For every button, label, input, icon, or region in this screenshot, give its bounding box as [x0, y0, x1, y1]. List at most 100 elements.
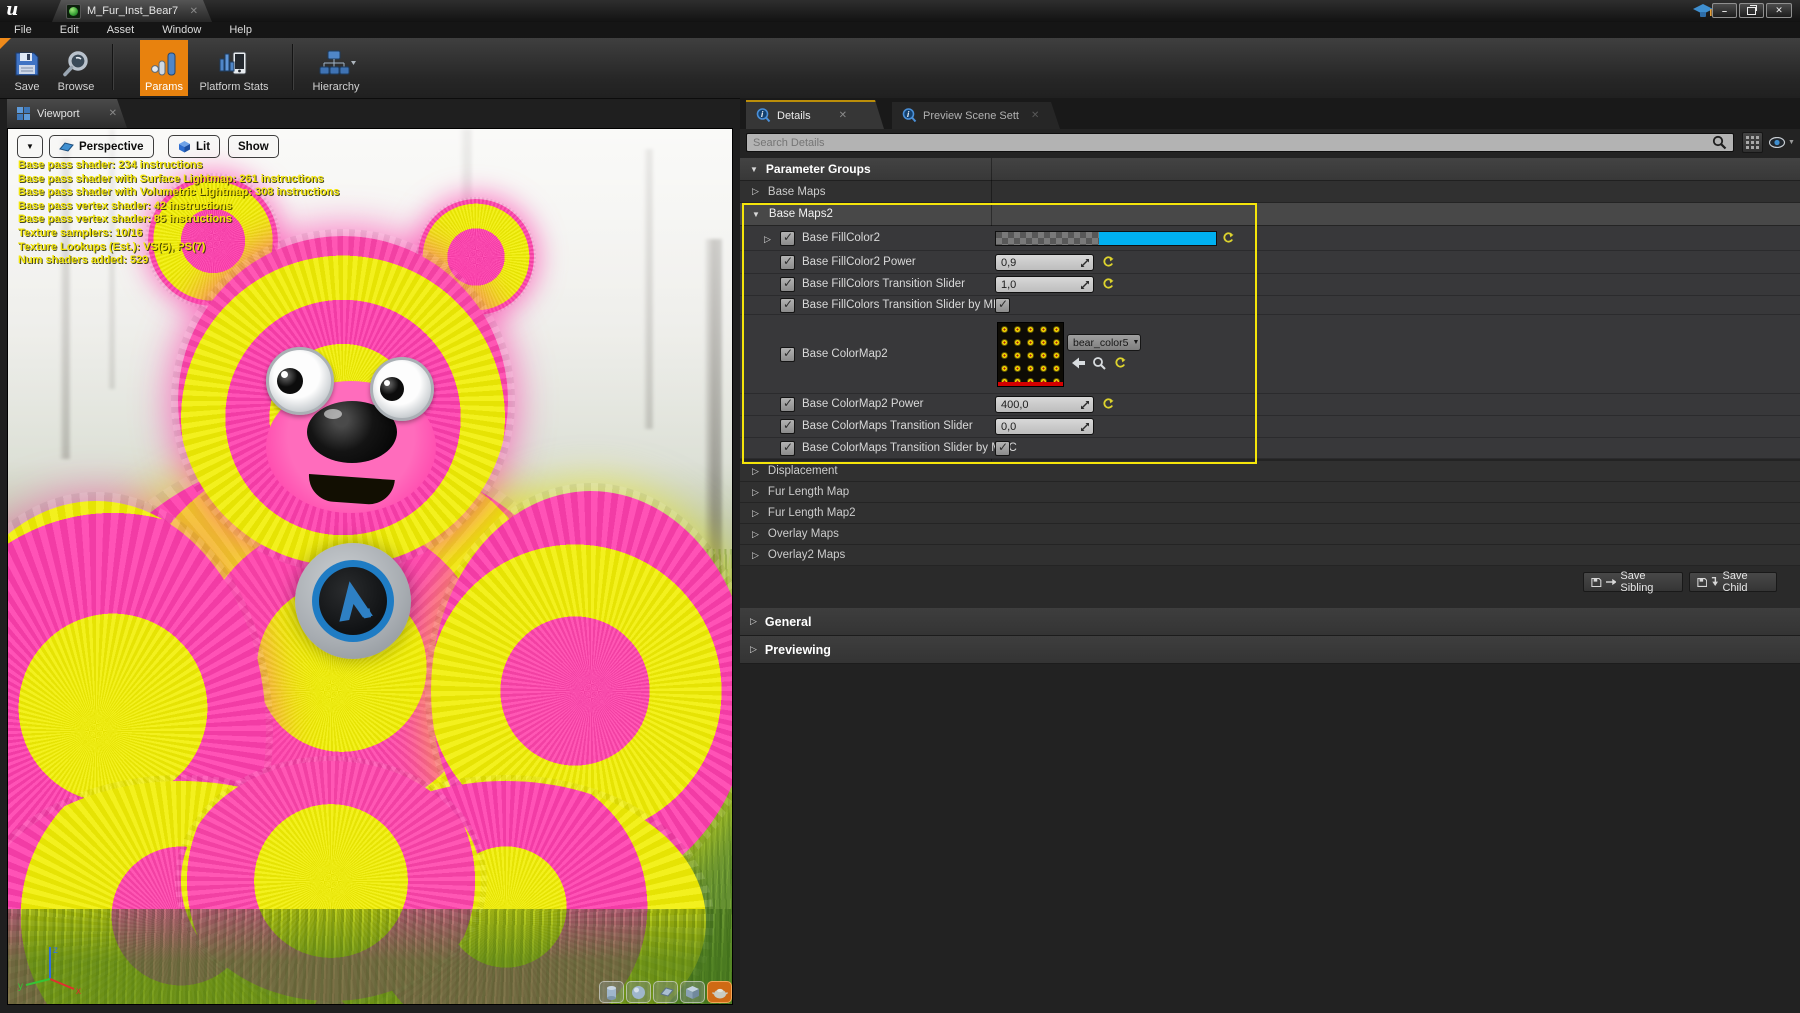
param-enabled-checkbox[interactable] — [780, 276, 795, 292]
collapsed-arrow-icon[interactable]: ▷ — [764, 234, 771, 245]
group-displacement[interactable]: ▷ Displacement — [740, 461, 1800, 482]
search-input[interactable] — [746, 133, 1734, 152]
collapsed-arrow-icon: ▷ — [752, 186, 759, 196]
drag-adjust-icon[interactable] — [1080, 280, 1090, 290]
param-enabled-checkbox[interactable] — [780, 440, 795, 456]
numeric-input[interactable]: 0,0 — [995, 418, 1094, 435]
browse-to-asset-icon[interactable] — [1092, 356, 1106, 370]
param-row-base-colormap2[interactable]: Base ColorMap2 bear_color5 ▼ — [740, 315, 1800, 394]
param-enabled-checkbox[interactable] — [780, 396, 795, 412]
menu-help[interactable]: Help — [215, 24, 266, 36]
preview-mesh-sphere-button[interactable] — [626, 981, 651, 1003]
param-enabled-checkbox[interactable] — [780, 418, 795, 434]
category-parameter-groups[interactable]: ▼ Parameter Groups — [740, 158, 1800, 181]
viewport-options-button[interactable]: ▼ — [17, 135, 43, 158]
perspective-button[interactable]: Perspective — [49, 135, 154, 158]
preview-mesh-cube-button[interactable] — [680, 981, 705, 1003]
value-checkbox[interactable] — [995, 297, 1010, 313]
param-enabled-checkbox[interactable] — [780, 230, 795, 246]
stat-line: Base pass vertex shader: 85 instructions — [18, 213, 232, 226]
tab-details[interactable]: i Details ✕ — [746, 100, 884, 129]
grid-icon — [1746, 136, 1759, 149]
asset-tab-title: M_Fur_Inst_Bear7 — [87, 5, 179, 17]
param-enabled-checkbox[interactable] — [780, 297, 795, 313]
lit-cube-icon — [179, 141, 190, 153]
restore-button[interactable] — [1739, 3, 1764, 18]
param-enabled-checkbox[interactable] — [780, 346, 795, 362]
drag-adjust-icon[interactable] — [1080, 422, 1090, 432]
group-overlay-maps[interactable]: ▷ Overlay Maps — [740, 524, 1800, 545]
value-checkbox[interactable] — [995, 440, 1010, 456]
category-general[interactable]: ▷ General — [740, 608, 1800, 636]
lit-mode-button[interactable]: Lit — [168, 135, 221, 158]
bear-left-eye — [266, 347, 334, 415]
group-overlay2-maps[interactable]: ▷ Overlay2 Maps — [740, 545, 1800, 566]
viewport-tab[interactable]: Viewport ✕ — [7, 99, 127, 128]
asset-tab[interactable]: M_Fur_Inst_Bear7 ✕ — [52, 0, 212, 22]
preview-mesh-cylinder-button[interactable] — [599, 981, 624, 1003]
save-button[interactable]: Save — [6, 40, 48, 96]
use-selected-arrow-icon[interactable] — [1072, 357, 1086, 369]
reset-to-default-icon[interactable] — [1114, 357, 1126, 369]
numeric-input[interactable]: 400,0 — [995, 396, 1094, 413]
expanded-arrow-icon: ▼ — [750, 164, 758, 174]
tab-preview-scene-settings[interactable]: i Preview Scene Sett ✕ — [892, 102, 1060, 129]
menu-file[interactable]: File — [0, 24, 46, 36]
minimize-button[interactable]: – — [1712, 3, 1737, 18]
menu-asset[interactable]: Asset — [93, 24, 149, 36]
param-row-base-colormaps-transition-slider[interactable]: Base ColorMaps Transition Slider 0,0 — [740, 416, 1800, 438]
collapsed-arrow-icon: ▷ — [752, 486, 759, 497]
stat-line: Base pass shader with Volumetric Lightma… — [18, 186, 340, 199]
param-enabled-checkbox[interactable] — [780, 254, 795, 270]
bear-badge — [295, 543, 411, 659]
color-swatch-alpha[interactable] — [995, 231, 1217, 246]
group-base-maps[interactable]: ▷ Base Maps — [740, 181, 1800, 203]
asset-tab-close-icon[interactable]: ✕ — [190, 6, 198, 17]
stat-line: Base pass shader with Surface Lightmap: … — [18, 172, 324, 185]
param-row-base-fillcolor2[interactable]: ▷ Base FillColor2 — [740, 226, 1800, 251]
details-tab-close-icon[interactable]: ✕ — [839, 110, 847, 121]
details-tab-icon: i — [756, 108, 771, 123]
param-row-base-colormaps-mpc[interactable]: Base ColorMaps Transition Slider by MPC — [740, 438, 1800, 459]
texture-thumbnail[interactable] — [997, 322, 1064, 387]
hierarchy-button[interactable]: Hierarchy — [300, 40, 372, 96]
group-base-maps2[interactable]: ▼ Base Maps2 — [740, 203, 1800, 226]
params-button[interactable]: Params — [140, 40, 188, 96]
preview-mesh-plane-button[interactable] — [653, 981, 678, 1003]
numeric-input[interactable]: 1,0 — [995, 276, 1094, 293]
reset-to-default-icon[interactable] — [1102, 398, 1114, 410]
viewport-canvas[interactable]: ▼ Perspective Lit Show Base pass shader:… — [7, 128, 733, 1005]
menu-edit[interactable]: Edit — [46, 24, 93, 36]
drag-adjust-icon[interactable] — [1080, 400, 1090, 410]
collapsed-arrow-icon: ▷ — [752, 549, 759, 560]
reset-to-default-icon[interactable] — [1102, 278, 1114, 290]
reset-to-default-icon[interactable] — [1222, 232, 1234, 244]
stat-line: Base pass shader: 234 instructions — [18, 159, 203, 171]
param-row-base-fillcolors-transition-slider[interactable]: Base FillColors Transition Slider 1,0 — [740, 274, 1800, 296]
drag-adjust-icon[interactable] — [1080, 258, 1090, 268]
bear-right-eye — [370, 357, 434, 421]
close-button[interactable]: ✕ — [1766, 3, 1792, 18]
stat-line: Num shaders added: 529 — [18, 254, 149, 267]
browse-button[interactable]: Browse — [50, 40, 102, 96]
texture-asset-combo[interactable]: bear_color5 ▼ — [1067, 334, 1141, 351]
preview-mesh-custom-button[interactable] — [707, 981, 732, 1003]
param-row-base-fillcolor2-power[interactable]: Base FillColor2 Power 0,9 — [740, 251, 1800, 274]
viewport-tab-close-icon[interactable]: ✕ — [109, 108, 117, 119]
display-filter-button[interactable]: ▼ — [1767, 132, 1797, 153]
reset-to-default-icon[interactable] — [1102, 256, 1114, 268]
group-fur-length-map[interactable]: ▷ Fur Length Map — [740, 482, 1800, 503]
category-previewing[interactable]: ▷ Previewing — [740, 636, 1800, 664]
param-row-base-colormap2-power[interactable]: Base ColorMap2 Power 400,0 — [740, 394, 1800, 416]
platform-stats-button[interactable]: Platform Stats — [192, 40, 276, 96]
numeric-input[interactable]: 0,9 — [995, 254, 1094, 271]
menu-window[interactable]: Window — [148, 24, 215, 36]
group-fur-length-map2[interactable]: ▷ Fur Length Map2 — [740, 503, 1800, 524]
tutorial-icon[interactable] — [1692, 3, 1714, 19]
save-child-button[interactable]: Save Child — [1689, 570, 1777, 594]
show-menu-button[interactable]: Show — [228, 135, 279, 158]
property-matrix-button[interactable] — [1742, 132, 1763, 153]
param-row-base-fillcolors-mpc[interactable]: Base FillColors Transition Slider by MPC — [740, 296, 1800, 315]
save-sibling-button[interactable]: Save Sibling — [1583, 570, 1683, 594]
preview-tab-close-icon[interactable]: ✕ — [1031, 110, 1039, 121]
